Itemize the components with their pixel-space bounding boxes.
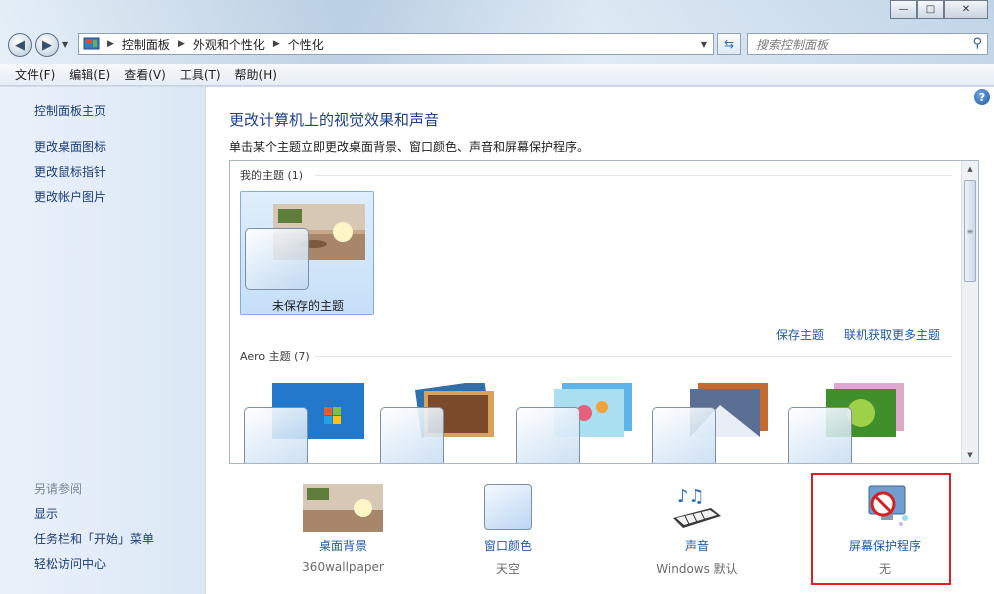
help-icon[interactable]: ? bbox=[974, 89, 990, 105]
sidebar-change-mouse-pointers[interactable]: 更改鼠标指针 bbox=[34, 163, 106, 180]
maximize-button[interactable]: □ bbox=[917, 0, 944, 19]
desktop-background-value: 360wallpaper bbox=[302, 560, 384, 574]
menu-bar: 文件(F) 编辑(E) 查看(V) 工具(T) 帮助(H) bbox=[0, 64, 994, 86]
main-content: ? 更改计算机上的视觉效果和声音 单击某个主题立即更改桌面背景、窗口颜色、声音和… bbox=[205, 87, 994, 594]
address-bar[interactable]: ▶ 控制面板 ▶ 外观和个性化 ▶ 个性化 ▼ bbox=[78, 33, 714, 55]
menu-tools[interactable]: 工具(T) bbox=[180, 66, 221, 83]
search-placeholder: 搜索控制面板 bbox=[756, 37, 829, 52]
sidebar-control-panel-home[interactable]: 控制面板主页 bbox=[34, 102, 106, 119]
scroll-thumb[interactable]: ≡ bbox=[964, 180, 976, 282]
save-theme-link[interactable]: 保存主题 bbox=[776, 326, 824, 343]
sidebar-taskbar-start-menu[interactable]: 任务栏和「开始」菜单 bbox=[34, 530, 154, 547]
menu-view[interactable]: 查看(V) bbox=[124, 66, 166, 83]
back-button[interactable]: ◀ bbox=[8, 33, 32, 57]
menu-help[interactable]: 帮助(H) bbox=[235, 66, 277, 83]
my-themes-header: 我的主题 (1) bbox=[240, 169, 304, 182]
get-more-themes-link[interactable]: 联机获取更多主题 bbox=[844, 326, 940, 343]
breadcrumb-appearance[interactable]: 外观和个性化 bbox=[193, 36, 265, 53]
window-color-value: 天空 bbox=[495, 562, 520, 576]
theme-window-preview bbox=[516, 407, 580, 463]
theme-window-preview bbox=[245, 228, 309, 290]
breadcrumb-control-panel[interactable]: 控制面板 bbox=[122, 36, 170, 53]
wallpaper-icon bbox=[303, 484, 383, 532]
group-divider bbox=[315, 356, 952, 357]
address-dropdown-icon[interactable]: ▼ bbox=[701, 40, 707, 49]
window-color-icon bbox=[484, 484, 532, 530]
breadcrumb-separator-icon: ▶ bbox=[272, 39, 280, 49]
breadcrumb-personalization[interactable]: 个性化 bbox=[288, 36, 324, 53]
forward-button[interactable]: ▶ bbox=[35, 33, 59, 57]
theme-unsaved[interactable]: 未保存的主题 bbox=[240, 191, 374, 315]
theme-aero-windows[interactable] bbox=[240, 371, 374, 463]
sound-icon: ♪♫ bbox=[673, 486, 721, 528]
menu-file[interactable]: 文件(F) bbox=[15, 66, 55, 83]
refresh-icon: ⇆ bbox=[723, 37, 735, 51]
theme-aero-characters[interactable] bbox=[512, 371, 646, 463]
window-frame: — □ ✕ ◀ ▶ ▼ ▶ 控制面板 ▶ 外观和个性化 ▶ 个性化 ▼ ⇆ 搜索… bbox=[0, 0, 994, 594]
sound-value: Windows 默认 bbox=[656, 562, 738, 576]
back-arrow-icon: ◀ bbox=[15, 37, 25, 53]
theme-window-preview bbox=[244, 407, 308, 463]
see-also-heading: 另请参阅 bbox=[34, 482, 83, 496]
sidebar-change-desktop-icons[interactable]: 更改桌面图标 bbox=[34, 138, 106, 155]
theme-aero-landscapes[interactable] bbox=[648, 371, 782, 463]
window-color-item[interactable]: 窗口颜色 天空 bbox=[438, 480, 578, 580]
desktop-background-item[interactable]: 桌面背景 360wallpaper bbox=[273, 480, 413, 580]
desktop-background-label[interactable]: 桌面背景 bbox=[273, 537, 413, 554]
window-controls: — □ ✕ bbox=[890, 0, 988, 19]
scroll-down-icon[interactable]: ▼ bbox=[962, 447, 978, 463]
search-icon[interactable]: ⚲ bbox=[972, 36, 982, 51]
sidebar-change-account-picture[interactable]: 更改帐户图片 bbox=[34, 188, 106, 205]
theme-aero-nature[interactable] bbox=[784, 371, 918, 463]
sidebar-display[interactable]: 显示 bbox=[34, 505, 58, 522]
theme-unsaved-label: 未保存的主题 bbox=[271, 299, 344, 313]
minimize-button[interactable]: — bbox=[890, 0, 917, 19]
theme-window-preview bbox=[788, 407, 852, 463]
sidebar: 控制面板主页 更改桌面图标 更改鼠标指针 更改帐户图片 另请参阅 显示 任务栏和… bbox=[0, 87, 205, 594]
theme-window-preview bbox=[652, 407, 716, 463]
sound-label[interactable]: 声音 bbox=[627, 537, 767, 554]
screensaver-highlight-box bbox=[811, 473, 951, 585]
breadcrumb-separator-icon: ▶ bbox=[177, 39, 185, 49]
control-panel-icon bbox=[83, 37, 100, 50]
scroll-up-icon[interactable]: ▲ bbox=[962, 161, 978, 177]
sidebar-ease-of-access[interactable]: 轻松访问中心 bbox=[34, 555, 106, 572]
theme-aero-architecture[interactable] bbox=[376, 371, 510, 463]
breadcrumb-separator-icon: ▶ bbox=[107, 39, 114, 49]
theme-gallery: 我的主题 (1) 未保存的主题 保存主题 联机获取更多主题 Aero 主题 (7… bbox=[229, 160, 979, 464]
sound-item[interactable]: ♪♫ 声音 Windows 默认 bbox=[627, 480, 767, 580]
recent-pages-chevron-icon[interactable]: ▼ bbox=[62, 40, 68, 49]
page-title: 更改计算机上的视觉效果和声音 bbox=[229, 111, 440, 129]
refresh-button[interactable]: ⇆ bbox=[717, 33, 741, 55]
page-subtitle: 单击某个主题立即更改桌面背景、窗口颜色、声音和屏幕保护程序。 bbox=[229, 140, 590, 154]
theme-window-preview bbox=[380, 407, 444, 463]
group-divider bbox=[315, 175, 952, 176]
menu-edit[interactable]: 编辑(E) bbox=[69, 66, 110, 83]
gallery-scrollbar[interactable]: ▲ ≡ ▼ bbox=[961, 161, 978, 463]
search-input[interactable]: 搜索控制面板 ⚲ bbox=[747, 33, 988, 55]
svg-text:♪♫: ♪♫ bbox=[677, 486, 705, 507]
forward-arrow-icon: ▶ bbox=[42, 37, 52, 53]
close-button[interactable]: ✕ bbox=[944, 0, 988, 19]
aero-themes-header: Aero 主题 (7) bbox=[240, 350, 310, 363]
window-color-label[interactable]: 窗口颜色 bbox=[438, 537, 578, 554]
